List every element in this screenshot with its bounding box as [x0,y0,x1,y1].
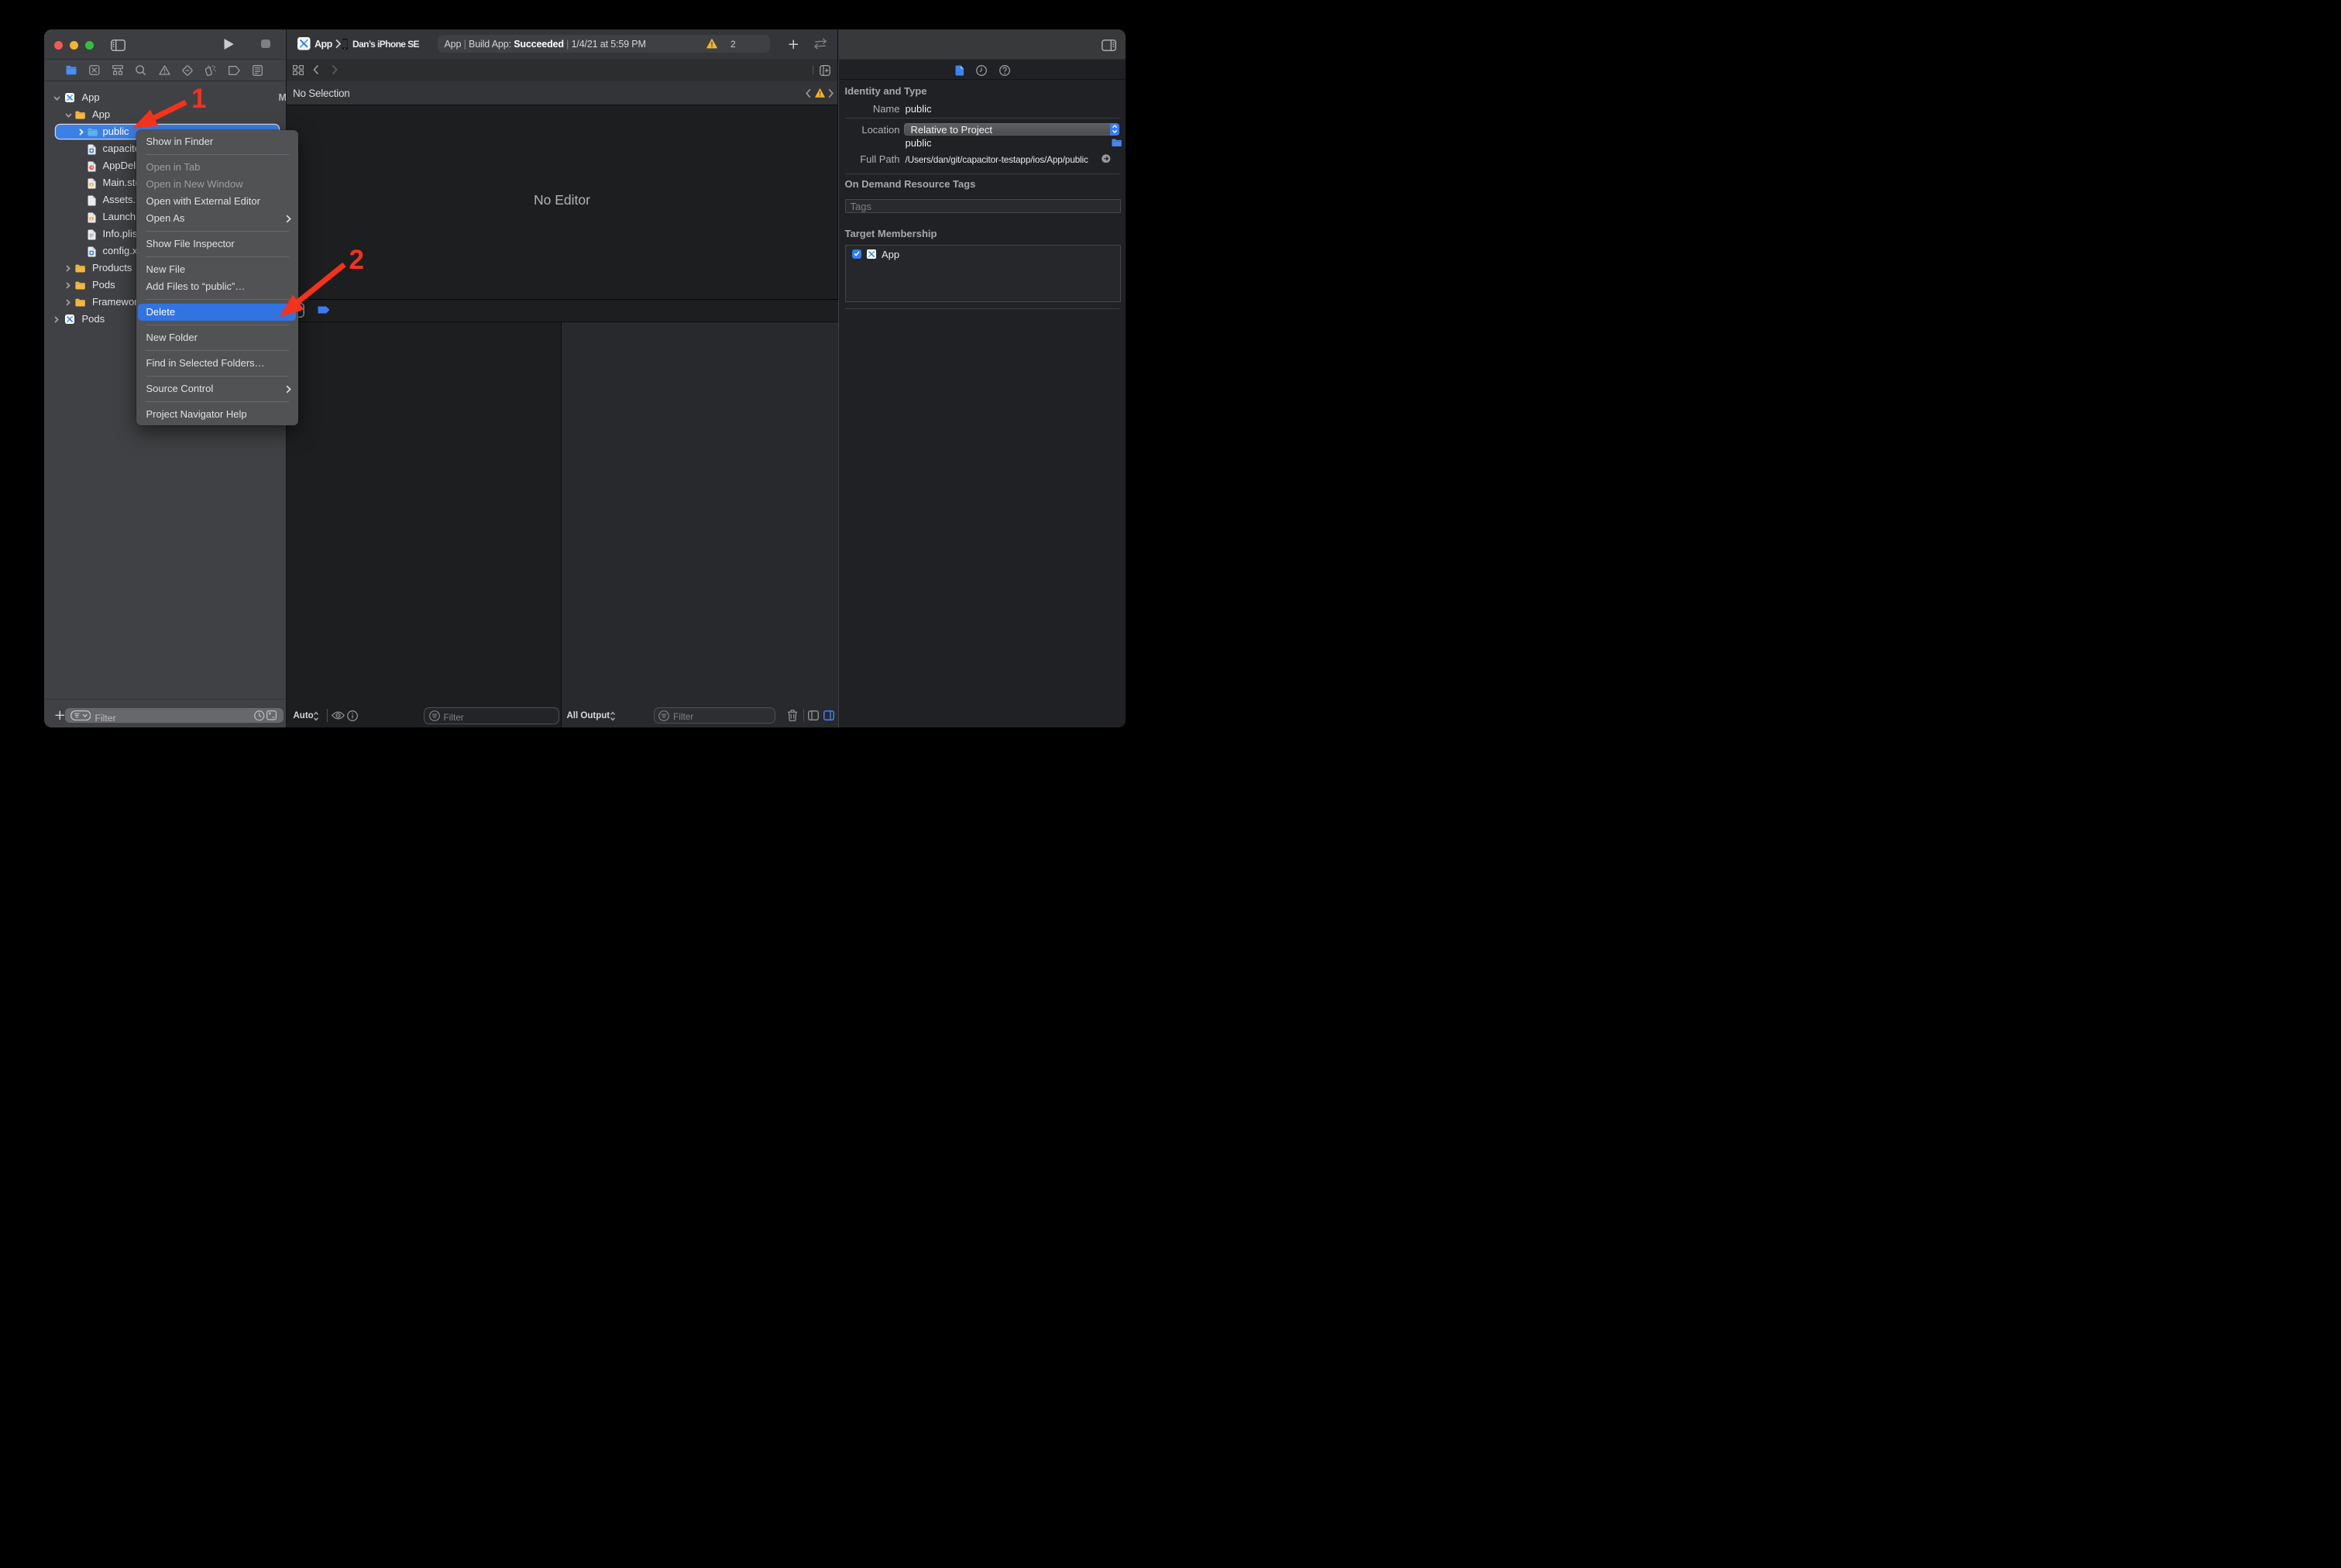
svg-text:2: 2 [349,245,364,275]
svg-text:1: 1 [191,84,206,114]
